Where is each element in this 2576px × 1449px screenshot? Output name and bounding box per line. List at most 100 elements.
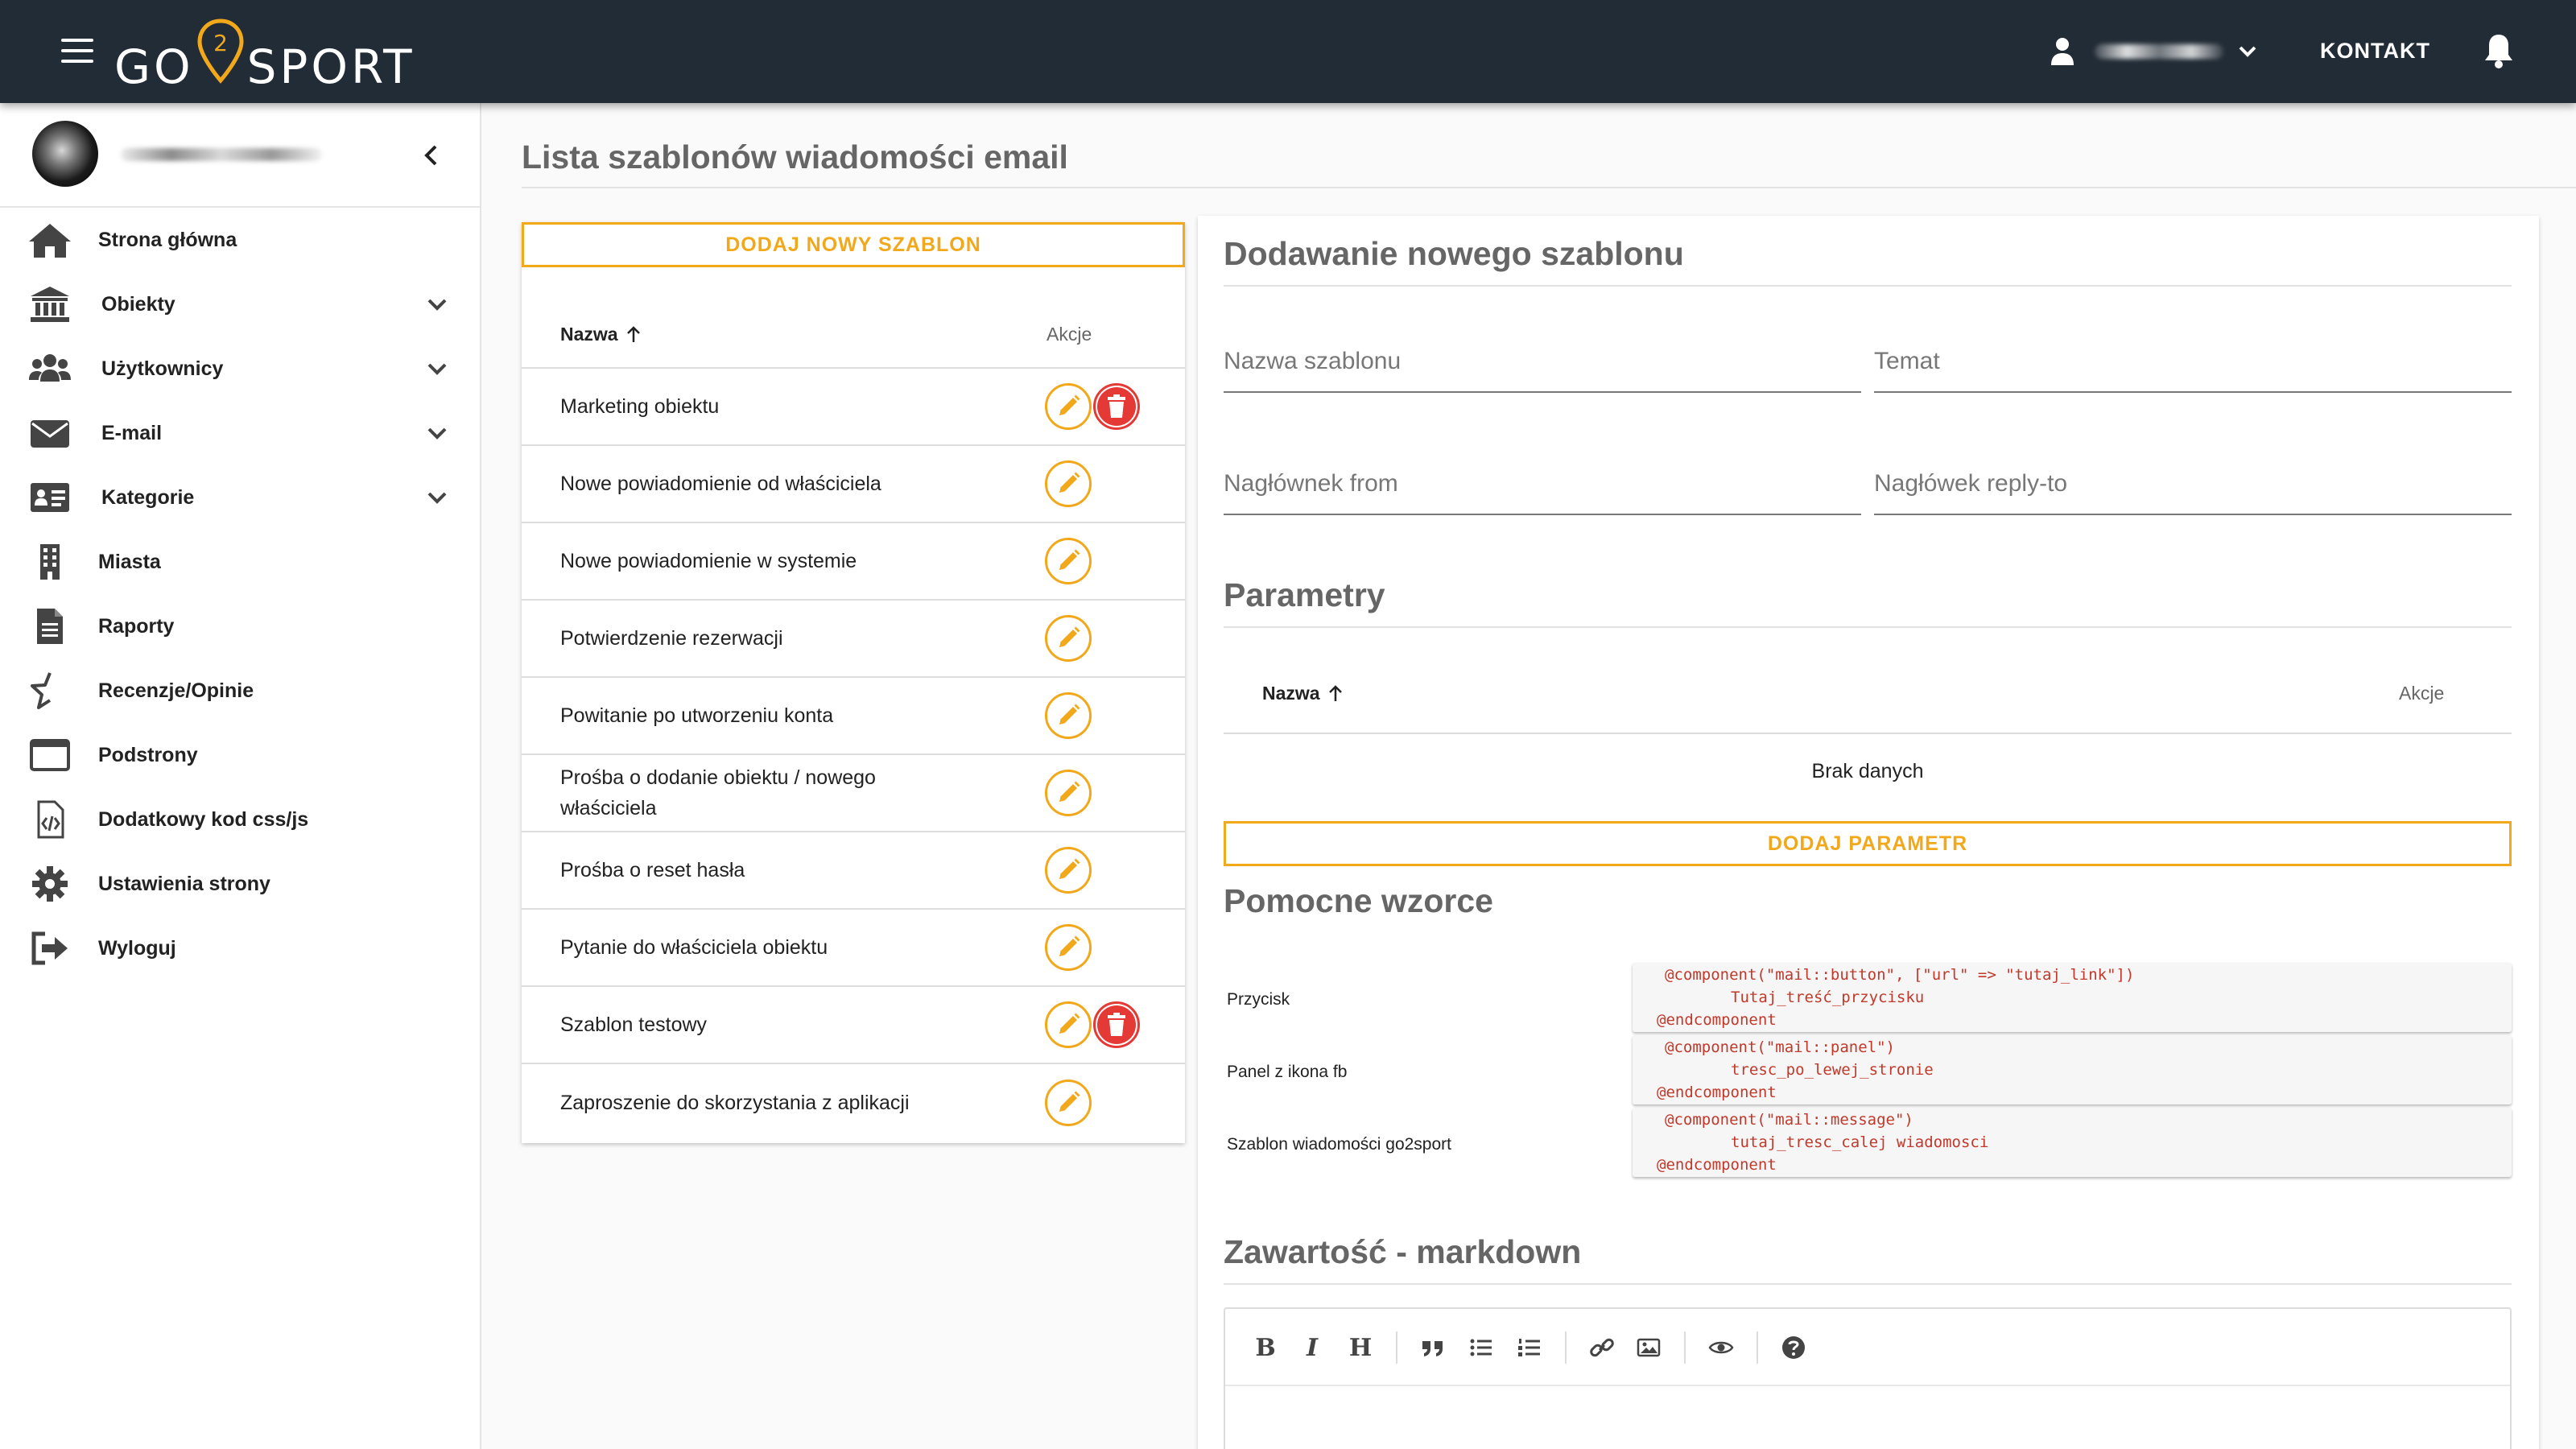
chevron-left-icon[interactable] [419,142,444,169]
pencil-icon [1059,858,1080,879]
profile-name-blurred [121,148,322,161]
sidebar-item-custom-code[interactable]: Dodatkowy kod css/js [0,787,480,852]
logo[interactable]: GO 2 SPORT [114,18,415,90]
contact-link[interactable]: KONTAKT [2320,39,2430,64]
chevron-down-icon [427,363,447,375]
column-header-label: Nazwa [560,324,618,345]
subject-field[interactable]: Temat [1874,336,2512,393]
bullet-list-icon [1470,1339,1492,1356]
edit-button[interactable] [1045,847,1092,894]
column-header-name[interactable]: Nazwa [560,324,644,345]
sidebar-item-objects[interactable]: Obiekty [0,272,480,336]
italic-button[interactable]: I [1294,1330,1330,1365]
add-template-button[interactable]: DODAJ NOWY SZABLON [522,222,1185,267]
template-name-field[interactable]: Nazwa szablonu [1224,336,1861,393]
table-row[interactable]: Powitanie po utworzeniu konta [522,678,1185,755]
column-header-actions: Akcje [2399,683,2445,704]
avatar[interactable] [32,121,98,187]
table-row[interactable]: Marketing obiektu [522,369,1185,446]
home-icon [26,219,74,261]
document-icon [26,605,74,647]
link-button[interactable] [1584,1330,1620,1365]
numbered-list-button[interactable] [1512,1330,1547,1365]
table-row[interactable]: Prośba o reset hasła [522,832,1185,910]
template-list-panel: DODAJ NOWY SZABLON Nazwa Akcje Marketing… [522,222,1185,1143]
reply-to-header-field[interactable]: Nagłówek reply-to [1874,459,2512,515]
edit-button[interactable] [1045,1001,1092,1048]
sidebar-item-reviews[interactable]: Recenzje/Opinie [0,658,480,723]
markdown-editor[interactable]: B I H [1224,1307,2512,1449]
user-name-blurred [2095,44,2223,59]
table-row[interactable]: Prośba o dodanie obiektu / nowego właści… [522,755,1185,832]
edit-button[interactable] [1045,615,1092,662]
pencil-icon [1059,935,1080,956]
code-line: @component("mail::panel") [1665,1038,1895,1056]
parameters-table-header: Nazwa Akcje [1224,650,2512,734]
sidebar-item-users[interactable]: Użytkownicy [0,336,480,401]
bell-icon[interactable] [2483,32,2515,69]
sidebar: Strona główna Obiekty Użytkownicy E-mail [0,103,481,1449]
table-row[interactable]: Nowe powiadomienie od właściciela [522,446,1185,523]
sidebar-item-reports[interactable]: Raporty [0,594,480,658]
bold-icon: B [1255,1333,1276,1362]
delete-button[interactable] [1093,1001,1140,1048]
help-button[interactable] [1776,1330,1811,1365]
table-row[interactable]: Potwierdzenie rezerwacji [522,601,1185,678]
code-snippet[interactable]: @component("mail::message") tutaj_tresc_… [1633,1108,2512,1177]
user-icon [2051,38,2074,65]
sidebar-item-cities[interactable]: Miasta [0,530,480,594]
template-name: Nowe powiadomienie w systemie [560,550,857,572]
edit-button[interactable] [1045,692,1092,739]
pattern-label: Szablon wiadomości go2sport [1227,1135,1451,1154]
table-row[interactable]: Nowe powiadomienie w systemie [522,523,1185,601]
edit-button[interactable] [1045,383,1092,430]
logo-text-right: SPORT [246,39,415,94]
add-parameter-button[interactable]: DODAJ PARAMETR [1224,821,2512,866]
table-row[interactable]: Szablon testowy [522,987,1185,1064]
chevron-down-icon [427,427,447,440]
bold-button[interactable]: B [1248,1330,1283,1365]
user-menu[interactable] [2050,32,2259,71]
preview-button[interactable] [1703,1330,1739,1365]
sidebar-item-label: Miasta [98,550,161,573]
field-label: Nazwa szablonu [1224,348,1402,374]
from-header-field[interactable]: Nagłównek from [1224,459,1861,515]
code-snippet[interactable]: @component("mail::panel") tresc_po_lewej… [1633,1035,2512,1104]
sidebar-item-logout[interactable]: Wyloguj [0,916,480,980]
edit-button[interactable] [1045,924,1092,971]
pencil-icon [1059,704,1080,724]
template-name: Szablon testowy [560,1013,708,1036]
toolbar-separator [1757,1331,1758,1364]
edit-button[interactable] [1045,1080,1092,1126]
delete-button[interactable] [1093,383,1140,430]
sidebar-item-settings[interactable]: Ustawienia strony [0,852,480,916]
edit-button[interactable] [1045,770,1092,816]
menu-icon[interactable] [61,39,93,63]
heading-button[interactable]: H [1343,1330,1378,1365]
code-line: @endcomponent [1657,1011,1777,1029]
sidebar-item-subpages[interactable]: Podstrony [0,723,480,787]
column-header-name[interactable]: Nazwa [1262,683,1346,704]
sidebar-item-label: E-mail [101,421,163,444]
code-snippet[interactable]: @component("mail::button", ["url" => "tu… [1633,963,2512,1032]
bullet-list-button[interactable] [1463,1330,1499,1365]
edit-button[interactable] [1045,538,1092,584]
location-pin-icon: 2 [197,19,244,84]
sidebar-item-label: Obiekty [101,292,175,316]
table-row[interactable]: Pytanie do właściciela obiektu [522,910,1185,987]
page-title: Lista szablonów wiadomości email [522,138,1068,175]
pencil-icon [1059,1013,1080,1034]
quote-button[interactable] [1415,1330,1451,1365]
sidebar-nav: Strona główna Obiekty Użytkownicy E-mail [0,208,480,980]
pattern-item: Szablon wiadomości go2sport @component("… [1224,1108,2512,1179]
code-line: @endcomponent [1657,1156,1777,1174]
image-button[interactable] [1631,1330,1666,1365]
sidebar-item-home[interactable]: Strona główna [0,208,480,272]
eye-icon [1708,1341,1734,1354]
sidebar-item-email[interactable]: E-mail [0,401,480,465]
sidebar-item-categories[interactable]: Kategorie [0,465,480,530]
quote-icon [1422,1341,1443,1356]
table-row[interactable]: Zaproszenie do skorzystania z aplikacji [522,1064,1185,1141]
sidebar-item-label: Podstrony [98,743,198,766]
edit-button[interactable] [1045,460,1092,507]
